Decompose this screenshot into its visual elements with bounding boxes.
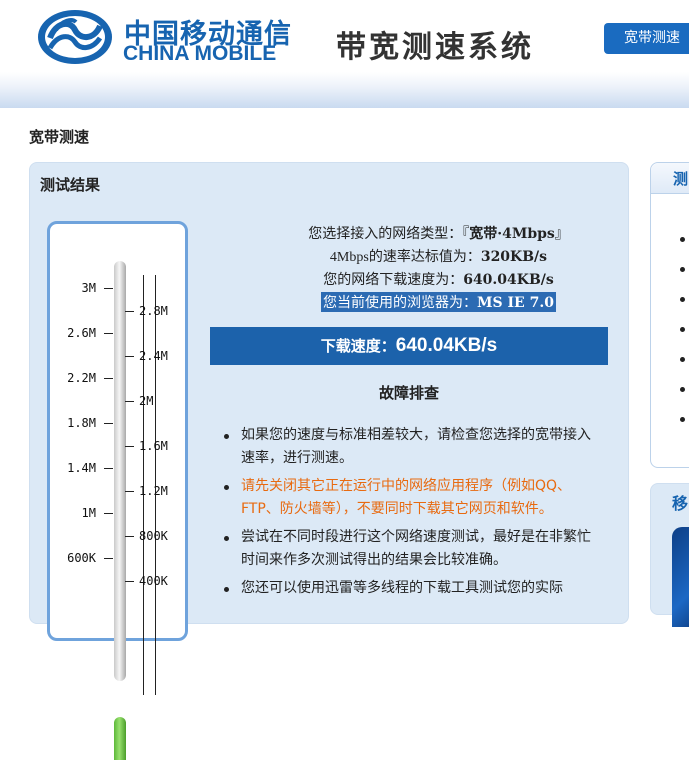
gauge-tick-label: 1.6M: [139, 439, 168, 453]
gauge-tick-label: 2.2M: [67, 371, 96, 385]
browser-highlight: 您当前使用的浏览器为：MS IE 7.0: [321, 292, 556, 312]
download-speed-label: 您的网络下载速度为：: [323, 272, 464, 288]
list-item: 请先关闭其它正在运行中的网络应用程序（例如QQ、FTP、防火墙等），不要同时下载…: [220, 475, 600, 521]
gauge-tick: [125, 311, 134, 312]
side-panel-header: 测: [651, 163, 689, 194]
network-type-value: 宽带·4Mbps: [469, 226, 555, 242]
gauge-tick: [104, 288, 113, 289]
gauge-tick-label: 2.4M: [139, 349, 168, 363]
tip-text: 请先关闭其它正在运行中的网络应用程序（例如QQ、FTP、防火墙等），不要同时下载…: [241, 478, 572, 517]
gauge-tick-label: 1.2M: [139, 484, 168, 498]
gauge-tick: [125, 401, 134, 402]
panel-title: 测试结果: [40, 176, 101, 194]
gauge-tick-label: 1.8M: [67, 416, 96, 430]
gauge-tick: [125, 491, 134, 492]
promo-image[interactable]: [672, 527, 689, 627]
bullet-icon: [680, 297, 685, 302]
tip-text: 如果您的速度与标准相差较大，请检查您选择的宽带接入速率，进行测速。: [241, 427, 591, 466]
standard-rate-line: 4Mbps的速率达标值为：320KB/s: [240, 246, 637, 266]
gauge-tick-label: 400K: [139, 574, 168, 588]
bullet-icon: [680, 357, 685, 362]
gauge-tick: [104, 333, 113, 334]
tip-text: 尝试在不同时段进行这个网络速度测试，最好是在非繁忙时间来作多次测试得出的结果会比…: [241, 529, 591, 568]
gauge-tick: [104, 423, 113, 424]
bullet-icon: [680, 327, 685, 332]
gauge-tick-label: 2.8M: [139, 304, 168, 318]
bullet-icon: [224, 434, 229, 439]
bullet-icon: [680, 267, 685, 272]
troubleshoot-title: 故障排查: [378, 384, 439, 402]
gauge-tube: [114, 261, 126, 681]
download-speed-value: 640.04KB/s: [463, 272, 554, 288]
gauge-tick-label: 2.6M: [67, 326, 96, 340]
gauge-tick: [104, 468, 113, 469]
speed-bar-value: 640.04KB/s: [395, 335, 498, 356]
side-panel-title: 测: [673, 170, 689, 188]
gauge-tick: [104, 558, 113, 559]
bullet-icon: [224, 536, 229, 541]
gauge-tick-label: 1M: [81, 506, 96, 520]
troubleshoot-list: 如果您的速度与标准相差较大，请检查您选择的宽带接入速率，进行测速。 请先关闭其它…: [220, 424, 600, 605]
browser-label: 您当前使用的浏览器为：: [323, 295, 478, 311]
network-type-label: 您选择接入的网络类型：『: [308, 226, 470, 242]
speed-bar-label: 下载速度：: [320, 337, 396, 355]
bullet-icon: [680, 387, 685, 392]
browser-line: 您当前使用的浏览器为：MS IE 7.0: [240, 292, 637, 312]
system-title: 带宽测速系统: [336, 30, 534, 65]
nav-bandwidth-test-button[interactable]: 宽带测速: [604, 23, 689, 54]
gauge-tick: [125, 446, 134, 447]
logo-english-text: CHINA MOBILE: [123, 42, 277, 65]
gauge-fill: [114, 717, 126, 760]
gauge-tick-label: 2M: [139, 394, 154, 408]
gauge-tick: [104, 378, 113, 379]
gauge-tick: [104, 513, 113, 514]
network-type-line: 您选择接入的网络类型：『宽带·4Mbps』: [240, 223, 637, 243]
side-panel-mobile: 移: [650, 483, 689, 627]
gauge-tick-label: 600K: [67, 551, 96, 565]
breadcrumb: 宽带测速: [29, 128, 90, 146]
standard-rate-value: 320KB/s: [480, 249, 548, 265]
bullet-icon: [224, 587, 229, 592]
standard-rate-label: 4Mbps的速率达标值为：: [329, 250, 481, 265]
gauge-tick-label: 1.4M: [67, 461, 96, 475]
china-mobile-logo-icon: [38, 10, 112, 64]
download-speed-bar: 下载速度：640.04KB/s: [210, 327, 608, 365]
side-panel: 测: [650, 162, 689, 468]
download-speed-line: 您的网络下载速度为：640.04KB/s: [240, 269, 637, 289]
bullet-icon: [680, 417, 685, 422]
gauge-tick: [125, 356, 134, 357]
gauge-tick-label: 3M: [81, 281, 96, 295]
browser-value: MS IE 7.0: [477, 295, 554, 311]
list-item: 尝试在不同时段进行这个网络速度测试，最好是在非繁忙时间来作多次测试得出的结果会比…: [220, 526, 600, 572]
bullet-icon: [224, 485, 229, 490]
bullet-icon: [680, 237, 685, 242]
list-item: 如果您的速度与标准相差较大，请检查您选择的宽带接入速率，进行测速。: [220, 424, 600, 470]
gauge-tick: [125, 581, 134, 582]
gauge-tick: [125, 536, 134, 537]
tip-text: 您还可以使用迅雷等多线程的下载工具测试您的实际: [241, 580, 563, 596]
side-panel2-title: 移: [672, 494, 689, 513]
gauge-tick-label: 800K: [139, 529, 168, 543]
page-header: 中国移动通信 CHINA MOBILE 带宽测速系统 宽带测速: [0, 0, 689, 108]
network-type-suffix: 』: [554, 226, 569, 242]
